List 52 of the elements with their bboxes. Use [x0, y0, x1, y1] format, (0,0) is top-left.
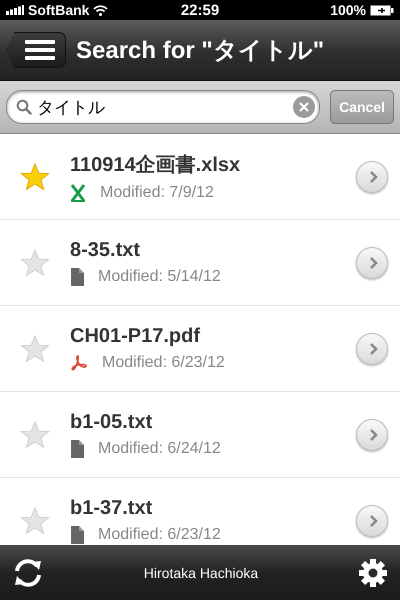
modified-date: Modified: 6/23/12: [98, 526, 221, 544]
chevron-icon: [368, 428, 378, 442]
document-icon: [70, 526, 84, 544]
star-icon[interactable]: [20, 420, 50, 448]
close-icon: [299, 102, 310, 112]
star-icon[interactable]: [20, 506, 50, 534]
detail-button[interactable]: [356, 160, 388, 192]
star-icon[interactable]: [20, 334, 50, 362]
file-name: b1-05.txt: [70, 411, 154, 434]
document-icon: [70, 440, 84, 458]
star-icon[interactable]: [20, 162, 50, 190]
wifi-icon: [93, 4, 108, 16]
chevron-icon: [368, 514, 378, 528]
refresh-icon: [12, 558, 44, 588]
spreadsheet-icon: [70, 184, 86, 202]
menu-button[interactable]: [6, 32, 66, 68]
file-row[interactable]: CH01-P17.pdf Modified: 6/23/12: [0, 306, 400, 392]
document-icon: [70, 268, 84, 286]
signal-icon: [6, 5, 24, 15]
chevron-icon: [368, 170, 378, 184]
modified-date: Modified: 5/14/12: [98, 268, 221, 286]
screen-title: Search for "タイトル": [76, 36, 324, 66]
modified-date: Modified: 6/23/12: [102, 354, 225, 372]
sync-button[interactable]: [12, 558, 44, 588]
file-row[interactable]: 110914企画書.xlsx Modified: 7/9/12: [0, 134, 400, 220]
detail-button[interactable]: [356, 504, 388, 536]
file-name: 110914企画書.xlsx: [70, 153, 242, 178]
modified-date: Modified: 6/24/12: [98, 440, 221, 458]
file-name: 8-35.txt: [70, 239, 142, 262]
battery-percent: 100%: [330, 2, 366, 18]
file-row[interactable]: 8-35.txt Modified: 5/14/12: [0, 220, 400, 306]
battery-icon: [370, 4, 394, 16]
pdf-icon: [70, 355, 88, 371]
modified-date: Modified: 7/9/12: [100, 184, 214, 202]
chevron-icon: [368, 256, 378, 270]
file-name: b1-37.txt: [70, 497, 154, 520]
file-name: CH01-P17.pdf: [70, 325, 202, 348]
star-icon[interactable]: [20, 248, 50, 276]
carrier-name: SoftBank: [28, 2, 90, 18]
detail-button[interactable]: [356, 418, 388, 450]
settings-button[interactable]: [358, 558, 388, 588]
search-icon: [16, 99, 32, 115]
menu-icon: [25, 39, 55, 61]
search-field[interactable]: タイトル: [6, 90, 320, 124]
settings-icon: [358, 558, 388, 588]
detail-button[interactable]: [356, 332, 388, 364]
clear-button[interactable]: [293, 96, 316, 118]
detail-button[interactable]: [356, 246, 388, 278]
clock: 22:59: [180, 2, 220, 18]
chevron-icon: [368, 342, 378, 356]
file-row[interactable]: b1-05.txt Modified: 6/24/12: [0, 392, 400, 478]
user-name: Hirotaka Hachioka: [144, 564, 258, 580]
